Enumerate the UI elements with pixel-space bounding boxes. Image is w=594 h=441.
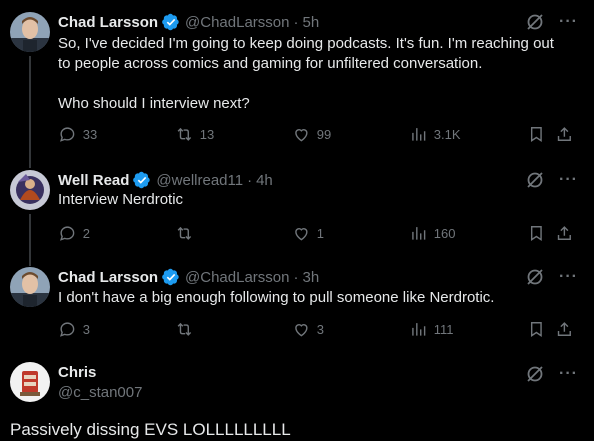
bookmark-icon xyxy=(530,127,542,142)
display-name[interactable]: Chad Larsson xyxy=(58,14,158,31)
views-button[interactable]: 160 xyxy=(409,224,455,243)
bookmark-button[interactable] xyxy=(527,320,546,339)
thread-line xyxy=(29,56,31,168)
more-icon[interactable]: ··· xyxy=(559,172,578,188)
avatar[interactable] xyxy=(10,267,50,307)
repost-icon xyxy=(177,322,192,336)
views-button[interactable]: 3.1K xyxy=(409,125,461,144)
reply-count: 2 xyxy=(82,225,90,241)
tweet-3[interactable]: Chad Larsson @ChadLarsson · 3h ··· I don… xyxy=(0,265,594,345)
tweet-text: I don't have a big enough following to p… xyxy=(58,289,495,306)
avatar[interactable] xyxy=(10,362,50,402)
bookmark-button[interactable] xyxy=(527,224,546,243)
avatar[interactable] xyxy=(10,170,50,210)
like-count: 3 xyxy=(316,321,324,337)
views-icon xyxy=(412,128,426,141)
tweet-header: Chad Larsson @ChadLarsson · 3h xyxy=(58,267,319,287)
views-button[interactable]: 111 xyxy=(409,320,454,339)
like-count: 1 xyxy=(316,225,324,241)
separator: · xyxy=(247,171,253,189)
like-button[interactable]: 1 xyxy=(292,224,324,243)
reply-button[interactable]: 2 xyxy=(58,224,90,243)
handle[interactable]: @c_stan007 xyxy=(58,384,142,401)
reply-icon xyxy=(60,226,75,241)
like-icon xyxy=(295,129,308,142)
focused-tweet[interactable]: Chris @c_stan007 ··· Passively dissing E… xyxy=(0,362,594,441)
repost-button[interactable] xyxy=(175,320,200,339)
display-name[interactable]: Chris xyxy=(58,364,96,381)
handle[interactable]: @ChadLarsson xyxy=(185,14,289,31)
grok-icon[interactable] xyxy=(525,267,545,287)
action-bar: 3 3 111 xyxy=(50,320,580,342)
views-icon xyxy=(412,227,426,240)
timestamp[interactable]: 5h xyxy=(302,14,319,31)
like-icon xyxy=(295,228,308,241)
tweet-header: Chris xyxy=(58,362,96,382)
bookmark-icon xyxy=(530,322,542,337)
grok-icon[interactable] xyxy=(525,170,545,190)
timestamp[interactable]: 3h xyxy=(302,269,319,286)
handle[interactable]: @ChadLarsson xyxy=(185,269,289,286)
tweet-text: Interview Nerdrotic xyxy=(58,191,184,208)
tweet-2[interactable]: Well Read @wellread11 · 4h ··· Interview… xyxy=(0,168,594,266)
action-bar: 33 13 99 3.1K xyxy=(50,125,580,147)
more-icon[interactable]: ··· xyxy=(559,366,578,382)
share-icon xyxy=(557,127,571,141)
reply-icon xyxy=(60,127,75,142)
share-icon xyxy=(557,322,571,336)
action-bar: 2 1 160 xyxy=(50,224,580,246)
thread-line xyxy=(29,214,31,266)
more-icon[interactable]: ··· xyxy=(559,14,578,30)
separator: · xyxy=(293,268,299,286)
display-name[interactable]: Well Read xyxy=(58,172,129,189)
repost-button[interactable]: 13 xyxy=(175,125,214,144)
grok-icon[interactable] xyxy=(525,12,545,32)
views-count: 3.1K xyxy=(433,126,461,142)
reply-button[interactable]: 3 xyxy=(58,320,90,339)
repost-icon xyxy=(177,127,192,141)
like-icon xyxy=(295,324,308,337)
tweet-top-icons: ··· xyxy=(525,170,578,190)
avatar[interactable] xyxy=(10,12,50,52)
more-icon[interactable]: ··· xyxy=(559,269,578,285)
verified-badge-icon xyxy=(162,13,180,31)
tweet-header: Well Read @wellread11 · 4h xyxy=(58,170,273,190)
tweet-header: Chad Larsson @ChadLarsson · 5h xyxy=(58,12,319,32)
repost-count: 13 xyxy=(199,126,215,142)
tweet-text: Passively dissing EVS LOLLLLLLLLL xyxy=(10,420,291,439)
views-icon xyxy=(412,323,426,336)
handle[interactable]: @wellread11 xyxy=(156,172,243,189)
like-button[interactable]: 3 xyxy=(292,320,324,339)
verified-badge-icon xyxy=(133,171,151,189)
share-icon xyxy=(557,226,571,240)
share-button[interactable] xyxy=(555,125,574,144)
repost-icon xyxy=(177,226,192,240)
timestamp[interactable]: 4h xyxy=(256,172,273,189)
tweet-top-icons: ··· xyxy=(525,267,578,287)
bookmark-icon xyxy=(530,226,542,241)
tweet-top-icons: ··· xyxy=(525,364,578,384)
verified-badge-icon xyxy=(162,268,180,286)
reply-button[interactable]: 33 xyxy=(58,125,97,144)
like-button[interactable]: 99 xyxy=(292,125,331,144)
repost-button[interactable] xyxy=(175,224,200,243)
tweet-top-icons: ··· xyxy=(525,12,578,32)
tweet-1[interactable]: Chad Larsson @ChadLarsson · 5h ··· So, I… xyxy=(0,12,594,168)
display-name[interactable]: Chad Larsson xyxy=(58,269,158,286)
reply-count: 33 xyxy=(82,126,98,142)
reply-count: 3 xyxy=(82,321,90,337)
share-button[interactable] xyxy=(555,320,574,339)
reply-icon xyxy=(60,322,75,337)
like-count: 99 xyxy=(316,126,332,142)
separator: · xyxy=(293,13,299,31)
bookmark-button[interactable] xyxy=(527,125,546,144)
views-count: 160 xyxy=(433,225,456,241)
share-button[interactable] xyxy=(555,224,574,243)
tweet-text: So, I've decided I'm going to keep doing… xyxy=(58,35,554,112)
grok-icon[interactable] xyxy=(525,364,545,384)
views-count: 111 xyxy=(433,321,454,337)
